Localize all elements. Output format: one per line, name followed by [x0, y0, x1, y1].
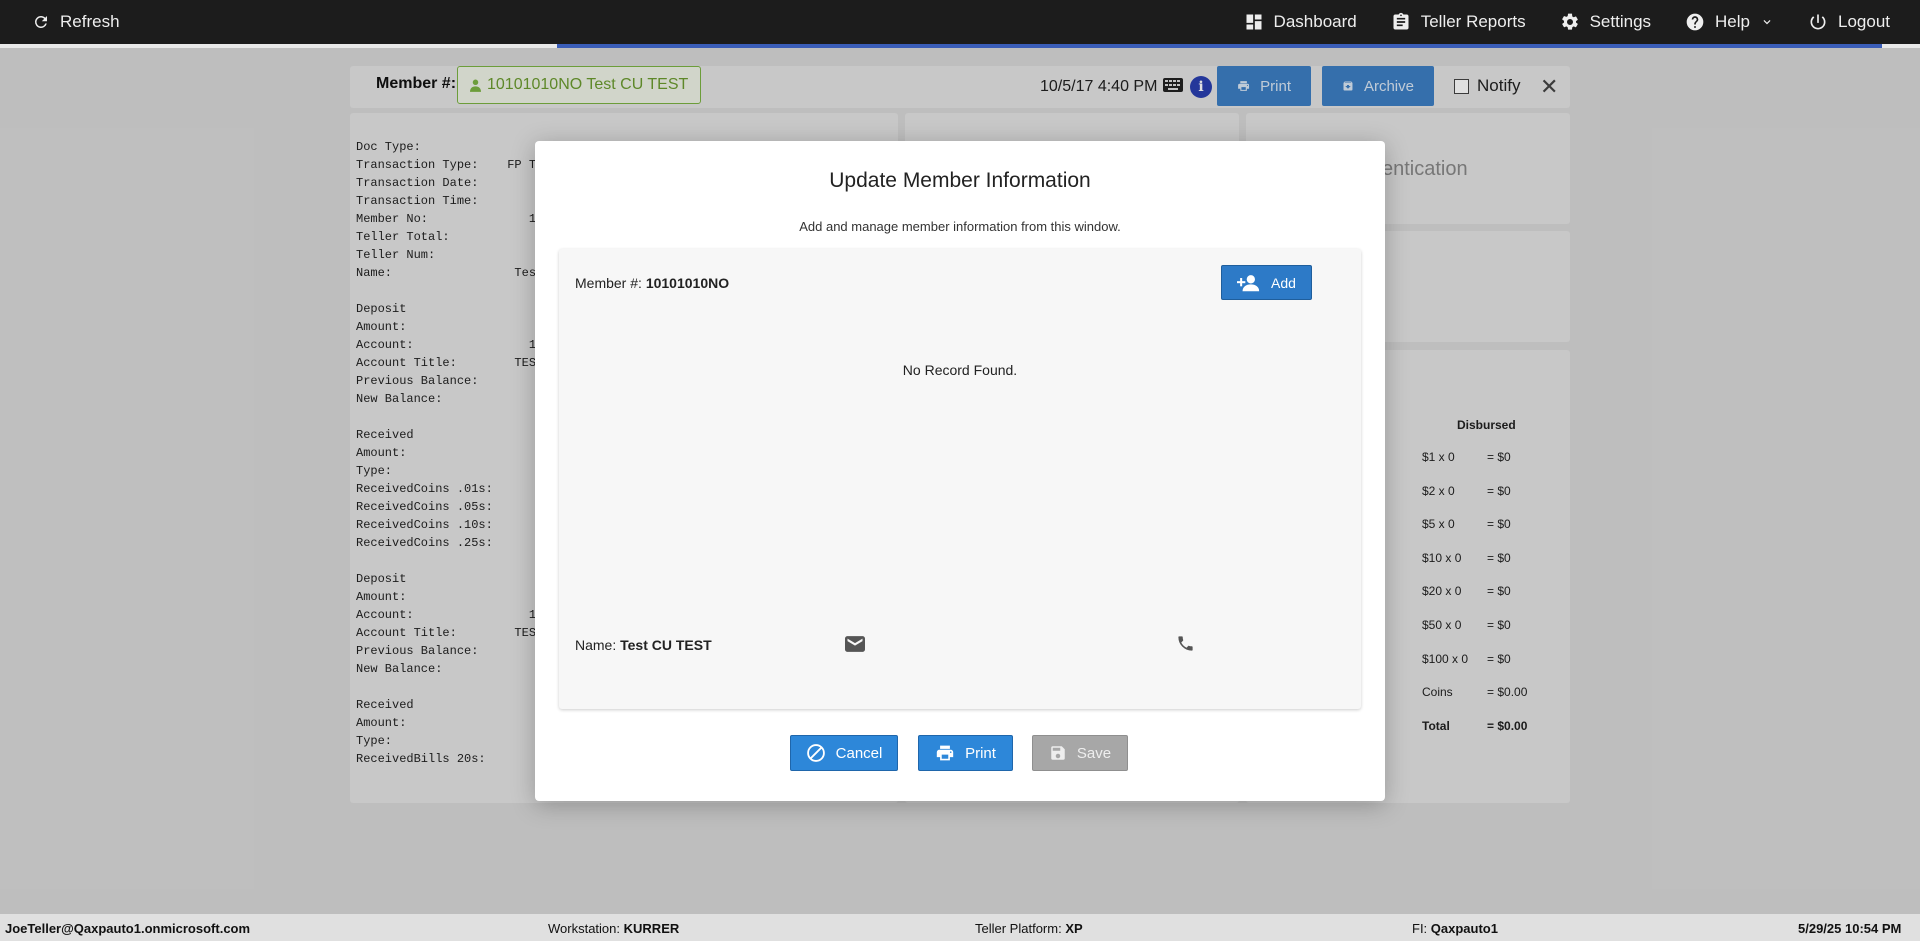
- status-user: JoeTeller@Qaxpauto1.onmicrosoft.com: [5, 921, 251, 936]
- modal-member-value: 10101010NO: [645, 275, 730, 291]
- nav-help[interactable]: Help: [1685, 12, 1774, 32]
- modal-title: Update Member Information: [829, 169, 1091, 192]
- add-user-icon: [1237, 274, 1260, 291]
- status-datetime: 5/29/25 10:54 PM: [1798, 921, 1902, 936]
- no-record-message: No Record Found.: [902, 362, 1018, 378]
- status-platform: Teller Platform: XP: [975, 921, 1083, 936]
- modal-member-label: Member #:: [575, 275, 642, 291]
- help-icon: [1686, 13, 1704, 31]
- status-bar: JoeTeller@Qaxpauto1.onmicrosoft.com Work…: [0, 914, 1920, 941]
- status-workstation-label: Workstation:: [548, 921, 621, 936]
- printer-icon: [936, 745, 954, 761]
- modal-name: Name: Test CU TEST: [575, 637, 712, 653]
- cancel-label: Cancel: [835, 744, 883, 762]
- refresh-icon: [34, 15, 47, 28]
- member-info-card: Member #: 10101010NO Add No Record Found…: [559, 249, 1361, 709]
- status-platform-label: Teller Platform:: [975, 921, 1062, 936]
- nav-settings[interactable]: Settings: [1560, 12, 1651, 32]
- nav-settings-label: Settings: [1589, 12, 1652, 31]
- update-member-modal: Update Member Information Add and manage…: [535, 141, 1385, 801]
- status-platform-value: XP: [1065, 921, 1083, 936]
- save-label: Save: [1076, 744, 1112, 762]
- save-button[interactable]: Save: [1032, 735, 1128, 771]
- cancel-icon: [806, 744, 825, 762]
- power-icon: [1810, 14, 1826, 30]
- nav-teller-reports[interactable]: Teller Reports: [1391, 12, 1526, 32]
- nav-logout[interactable]: Logout: [1808, 12, 1890, 32]
- status-workstation: Workstation: KURRER: [548, 921, 679, 936]
- chevron-down-icon: [1763, 20, 1771, 25]
- status-fi: FI: Qaxpauto1: [1412, 921, 1498, 936]
- nav-teller-reports-label: Teller Reports: [1420, 12, 1526, 31]
- cancel-button[interactable]: Cancel: [790, 735, 898, 771]
- phone-icon[interactable]: [1176, 634, 1195, 653]
- modal-print-label: Print: [965, 744, 996, 762]
- modal-subtitle: Add and manage member information from t…: [799, 219, 1121, 234]
- gear-icon: [1561, 13, 1578, 30]
- save-icon: [1051, 746, 1065, 760]
- modal-name-label: Name:: [575, 637, 617, 653]
- top-nav: Refresh Dashboard Teller Reports Setting…: [0, 0, 1920, 48]
- nav-dashboard[interactable]: Dashboard: [1244, 12, 1357, 32]
- clipboard-icon: [1393, 12, 1409, 30]
- add-label: Add: [1271, 274, 1296, 291]
- nav-help-label: Help: [1715, 12, 1750, 31]
- nav-logout-label: Logout: [1838, 12, 1890, 31]
- add-button[interactable]: Add: [1221, 265, 1312, 300]
- dashboard-icon: [1246, 14, 1262, 30]
- email-icon[interactable]: [845, 636, 865, 652]
- modal-print-button[interactable]: Print: [918, 735, 1013, 771]
- refresh-button[interactable]: Refresh: [32, 0, 120, 44]
- modal-member-number: Member #: 10101010NO: [575, 275, 729, 291]
- status-fi-value: Qaxpauto1: [1430, 921, 1498, 936]
- status-fi-label: FI:: [1412, 921, 1428, 936]
- status-workstation-value: KURRER: [623, 921, 680, 936]
- refresh-label: Refresh: [60, 12, 120, 31]
- modal-name-value: Test CU TEST: [620, 637, 712, 653]
- nav-dashboard-label: Dashboard: [1273, 12, 1357, 31]
